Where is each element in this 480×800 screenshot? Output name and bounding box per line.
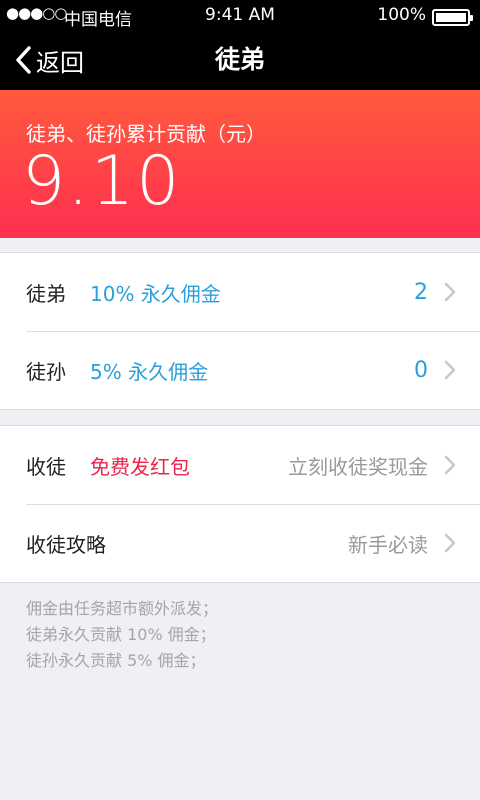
row-disciples[interactable]: 徒弟 10% 永久佣金 2 bbox=[0, 253, 480, 331]
red-packet-promo: 免费发红包 bbox=[90, 454, 190, 479]
row-title: 徒弟 bbox=[26, 281, 66, 306]
recruit-group: 收徒 免费发红包 立刻收徒奖现金 收徒攻略 新手必读 bbox=[0, 425, 480, 583]
row-title: 收徒 bbox=[26, 454, 66, 479]
row-recruit[interactable]: 收徒 免费发红包 立刻收徒奖现金 bbox=[0, 426, 480, 504]
navigation-bar: 徒弟 返回 bbox=[0, 30, 480, 90]
row-grand-disciples[interactable]: 徒孙 5% 永久佣金 0 bbox=[0, 331, 480, 409]
row-title: 徒孙 bbox=[26, 359, 66, 384]
chevron-right-icon bbox=[444, 455, 456, 475]
chevron-right-icon bbox=[444, 533, 456, 553]
status-bar: ●●●○○ 中国电信 9:41 AM 100% bbox=[0, 0, 480, 30]
note-line: 徒孙永久贡献 5% 佣金； bbox=[26, 651, 206, 670]
disciple-count: 2 bbox=[414, 279, 428, 305]
back-label: 返回 bbox=[36, 48, 84, 77]
chevron-left-icon bbox=[16, 46, 31, 74]
guide-hint: 新手必读 bbox=[348, 532, 428, 557]
chevron-right-icon bbox=[444, 282, 456, 302]
disciples-group: 徒弟 10% 永久佣金 2 徒孙 5% 永久佣金 0 bbox=[0, 252, 480, 410]
row-recruit-guide[interactable]: 收徒攻略 新手必读 bbox=[0, 504, 480, 582]
recruit-reward-hint: 立刻收徒奖现金 bbox=[288, 454, 428, 479]
note-line: 佣金由任务超市额外派发； bbox=[26, 599, 219, 618]
commission-rate: 5% 永久佣金 bbox=[90, 359, 209, 384]
grand-disciple-count: 0 bbox=[414, 357, 428, 383]
battery-percent: 100% bbox=[377, 5, 426, 25]
total-contribution-card: 徒弟、徒孙累计贡献（元） 9.10 bbox=[0, 90, 480, 238]
total-contribution-amount: 9.10 bbox=[22, 142, 182, 221]
commission-rate: 10% 永久佣金 bbox=[90, 281, 221, 306]
row-title: 收徒攻略 bbox=[26, 532, 106, 557]
commission-notes: 佣金由任务超市额外派发； 徒弟永久贡献 10% 佣金； 徒孙永久贡献 5% 佣金… bbox=[26, 596, 218, 674]
chevron-right-icon bbox=[444, 360, 456, 380]
battery-icon bbox=[432, 9, 473, 26]
note-line: 徒弟永久贡献 10% 佣金； bbox=[26, 625, 216, 644]
back-button[interactable]: 返回 bbox=[14, 30, 84, 90]
